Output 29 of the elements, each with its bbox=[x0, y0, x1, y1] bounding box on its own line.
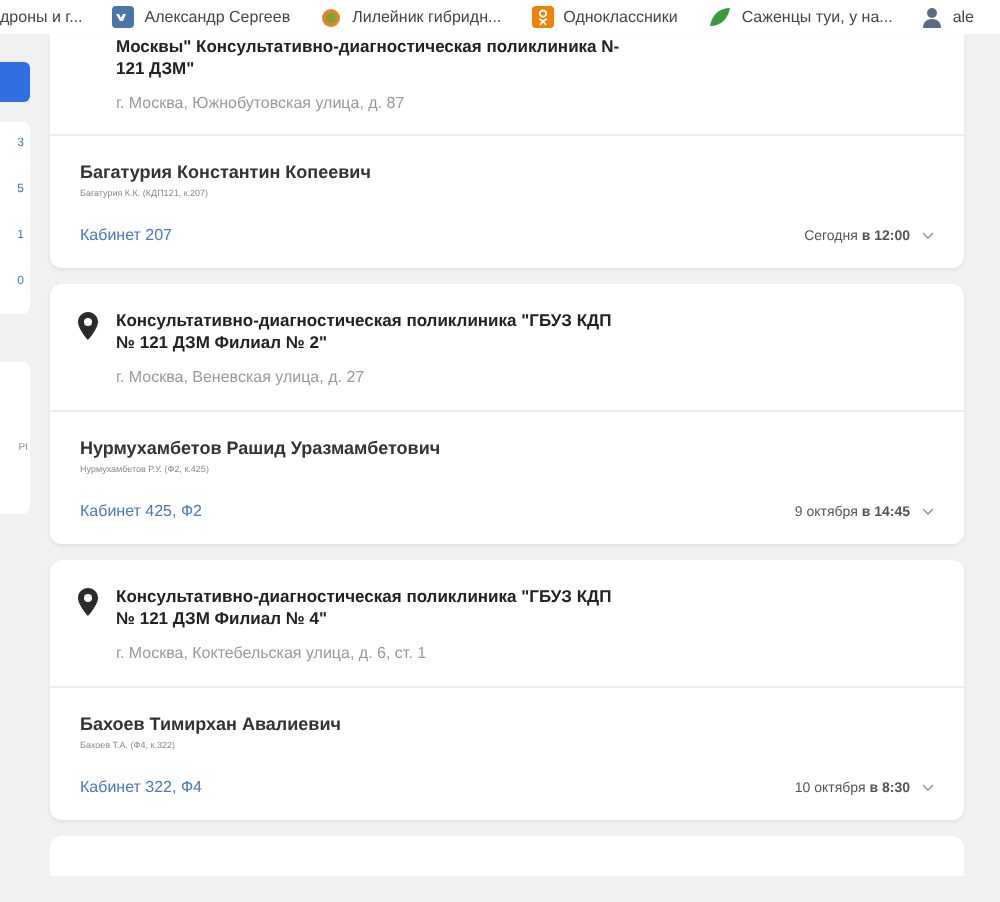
room-link[interactable]: Кабинет 322, Ф4 bbox=[80, 778, 202, 798]
ok-icon bbox=[531, 6, 554, 28]
clinic-name: № 121 ДЗМ Филиал № 2" bbox=[116, 332, 329, 354]
bookmark[interactable]: дроны и г... bbox=[0, 5, 83, 29]
chevron-down-icon[interactable] bbox=[922, 784, 934, 792]
person-icon bbox=[922, 6, 943, 28]
doctor-name: Нурмухамбетов Рашид Уразмамбетович bbox=[80, 438, 443, 460]
clinic-name: Москвы" Консультативно-диагностическая поликлиника N- bbox=[116, 36, 620, 58]
clinic-name: Консультативно-диагностическая поликлиника "ГБУЗ КДП bbox=[116, 310, 612, 332]
clinic-name: 121 ДЗМ" bbox=[116, 58, 197, 80]
room-link[interactable]: Кабинет 425, Ф2 bbox=[80, 502, 202, 522]
clinic-address: г. Москва, Коктебельская улица, д. 6, ст. 1 bbox=[116, 644, 429, 664]
doctor-name: Багатурия Константин Копеевич bbox=[80, 162, 373, 184]
clinic-name: № 121 ДЗМ Филиал № 4" bbox=[116, 608, 329, 630]
leaf-icon bbox=[707, 6, 732, 28]
flower-icon bbox=[320, 6, 343, 28]
doctor-name: Бахоев Тимирхан Авалиевич bbox=[80, 714, 343, 736]
bookmark[interactable]: ale bbox=[922, 5, 975, 29]
bookmark[interactable]: Александр Сергеев bbox=[112, 5, 291, 29]
clinic-address: г. Москва, Веневская улица, д. 27 bbox=[116, 368, 367, 388]
bookmark[interactable]: Одноклассники bbox=[531, 5, 678, 29]
clinic-name: Консультативно-диагностическая поликлиника "ГБУЗ КДП bbox=[116, 586, 612, 608]
bookmark[interactable]: Саженцы туи, у на... bbox=[707, 5, 893, 29]
chevron-down-icon[interactable] bbox=[922, 232, 934, 240]
bookmark[interactable]: Лилейник гибридн... bbox=[320, 5, 502, 29]
clinic-address: г. Москва, Южнобутовская улица, д. 87 bbox=[116, 94, 407, 114]
chevron-down-icon[interactable] bbox=[922, 508, 934, 516]
room-link[interactable]: Кабинет 207 bbox=[80, 226, 172, 246]
vk-icon bbox=[112, 6, 135, 28]
